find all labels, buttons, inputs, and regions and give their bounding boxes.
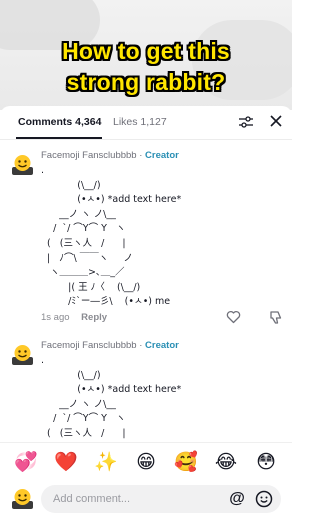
- username[interactable]: Facemoji Fansclubbbb: [41, 340, 137, 351]
- separator-dot: ·: [139, 150, 143, 161]
- username[interactable]: Facemoji Fansclubbbb: [41, 150, 137, 161]
- comment-input-box: @: [41, 485, 281, 513]
- tab-likes[interactable]: Likes 1,127: [113, 116, 167, 128]
- creator-badge: Creator: [145, 340, 179, 351]
- dislike-icon[interactable]: [268, 310, 283, 325]
- comments-tab-bar: Comments 4,364 Likes 1,127: [0, 106, 292, 140]
- avatar[interactable]: [11, 153, 34, 176]
- avatar: [12, 489, 33, 509]
- comment-meta: 1s ago Reply: [41, 312, 107, 323]
- comment-timestamp: 1s ago: [41, 312, 70, 323]
- emoji-grin[interactable]: 😁: [134, 451, 158, 473]
- comment-author[interactable]: Facemoji Fansclubbbb · Creator: [41, 150, 179, 161]
- separator-dot: ·: [139, 340, 143, 351]
- headline-line-1: How to get this: [62, 38, 230, 64]
- creator-badge: Creator: [145, 150, 179, 161]
- emoji-flushed[interactable]: 😳: [254, 451, 278, 473]
- emoji-smile-icon[interactable]: [255, 490, 273, 508]
- emoji-sparkles[interactable]: ✨: [94, 451, 118, 473]
- avatar[interactable]: [11, 343, 34, 366]
- headline-line-2: strong rabbit?: [66, 69, 226, 95]
- quick-emoji-bar: 💞 ❤️ ✨ 😁 🥰 😂 😳: [0, 442, 292, 480]
- comments-panel: Comments 4,364 Likes 1,127 Facemoji Fans…: [0, 106, 292, 520]
- comment-author[interactable]: Facemoji Fansclubbbb · Creator: [41, 340, 179, 351]
- reply-button[interactable]: Reply: [81, 312, 107, 323]
- video-caption-headline: How to get this strong rabbit?: [0, 36, 292, 98]
- comment-input[interactable]: [53, 485, 213, 513]
- comment-text-ascii-art: . (\__/) (•ㅅ•) *add text here* __ノ ヽ ノ\_…: [41, 355, 182, 439]
- emoji-revolving-hearts[interactable]: 💞: [14, 451, 38, 473]
- filter-sliders-icon[interactable]: [238, 115, 254, 129]
- comment-text-ascii-art: . (\__/) (•ㅅ•) *add text here* __ノ ヽ ノ\_…: [41, 165, 182, 308]
- emoji-tears-of-joy[interactable]: 😂: [214, 451, 238, 473]
- heart-outline-icon[interactable]: [226, 310, 241, 324]
- mention-at-icon[interactable]: @: [228, 490, 246, 508]
- active-tab-indicator: [16, 137, 102, 139]
- video-background: How to get this strong rabbit?: [0, 0, 292, 110]
- close-icon[interactable]: [269, 114, 283, 128]
- emoji-smiling-hearts[interactable]: 🥰: [174, 451, 198, 473]
- tab-comments[interactable]: Comments 4,364: [18, 116, 101, 128]
- emoji-red-heart[interactable]: ❤️: [54, 451, 78, 473]
- comment-input-row: @: [0, 480, 292, 520]
